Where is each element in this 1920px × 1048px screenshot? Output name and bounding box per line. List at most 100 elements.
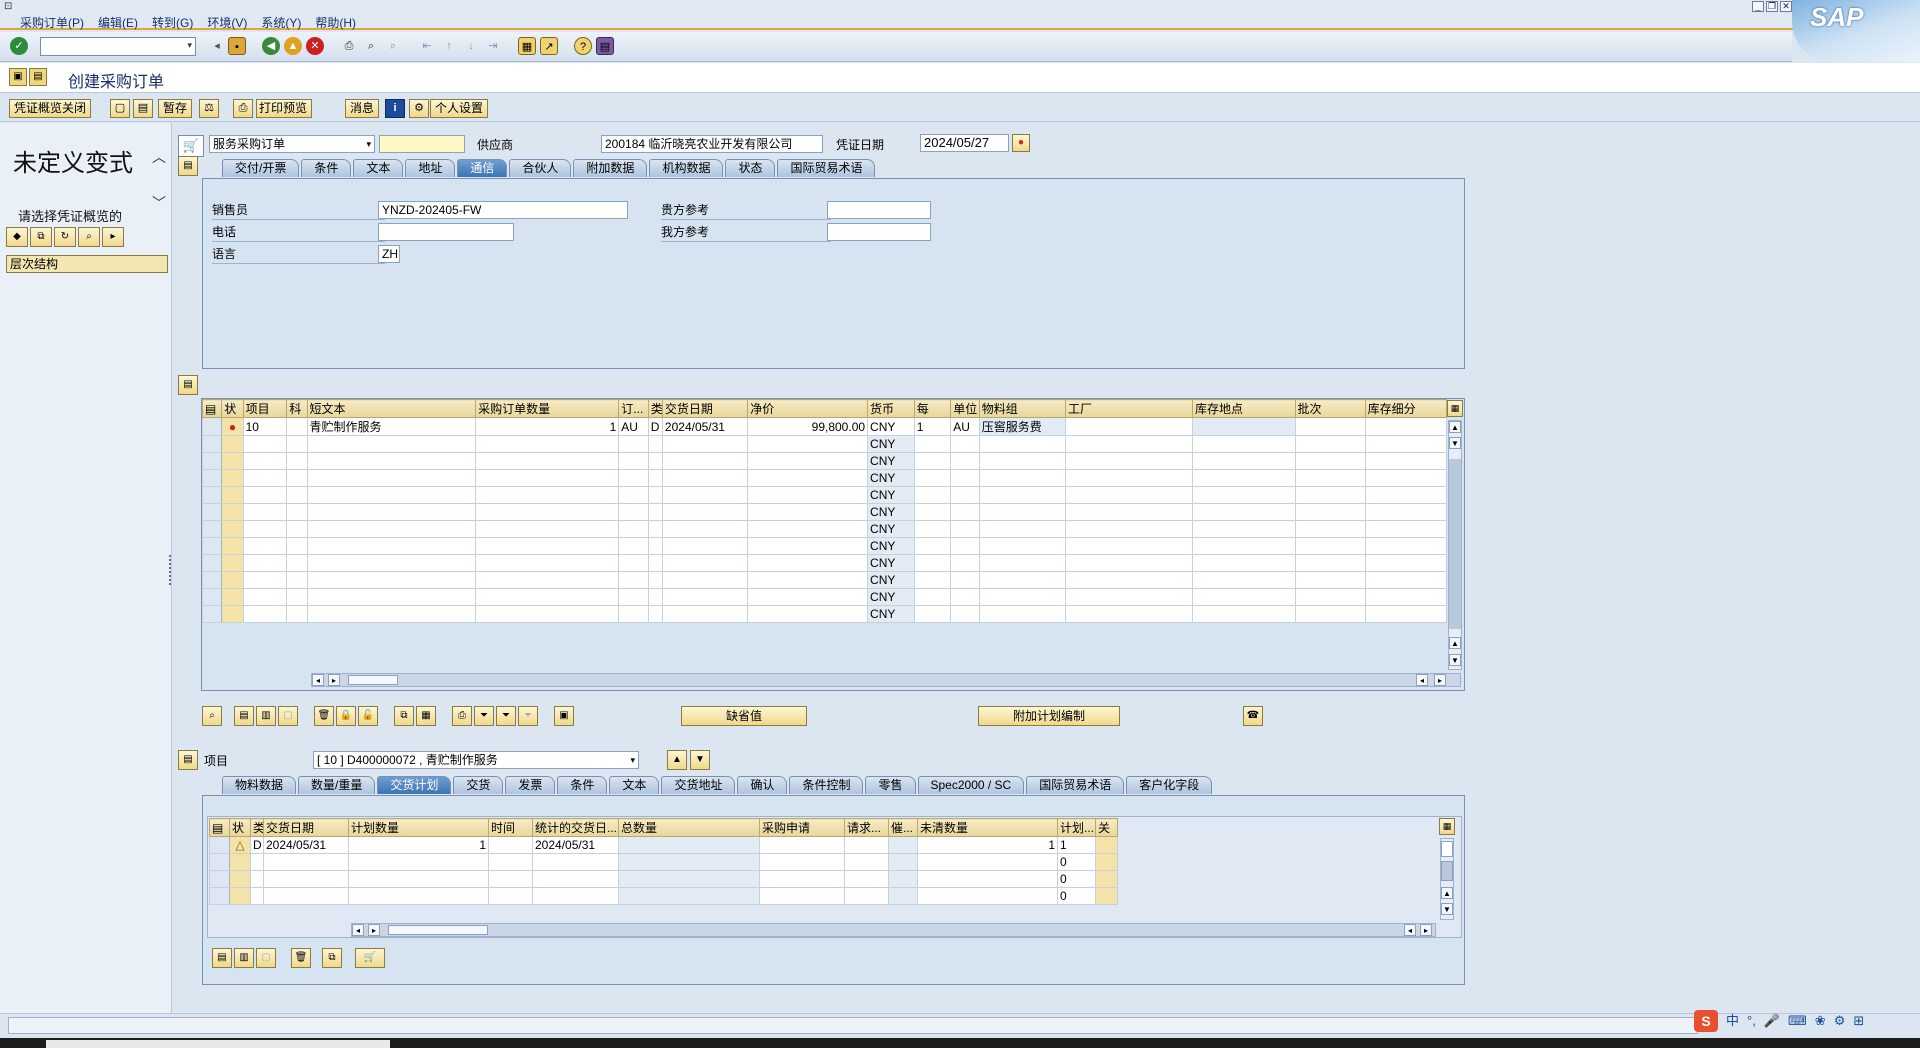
lock-icon[interactable]: 🔒 (336, 706, 356, 726)
print-preview-icon[interactable]: ⎙ (233, 99, 253, 118)
grid-cell[interactable] (1191, 452, 1296, 470)
supplier-field[interactable]: 200184 临沂晓亮农业开发有限公司 (601, 135, 823, 153)
grid-cell[interactable] (1364, 554, 1448, 572)
table-row[interactable]: CNY (201, 554, 1448, 572)
row-selector[interactable] (209, 870, 230, 888)
cell-reminder[interactable] (888, 836, 918, 854)
grid-cell[interactable] (1364, 537, 1448, 555)
select-all-icon[interactable]: ▤ (234, 706, 254, 726)
col-delivery-date[interactable]: 交货日期 (661, 399, 749, 418)
cell-close[interactable] (1095, 887, 1118, 905)
sogou-ime-icon[interactable]: S (1694, 1010, 1718, 1032)
grid-cell[interactable] (950, 452, 980, 470)
grid-cell[interactable] (913, 452, 952, 470)
table-row[interactable]: △ D 2024/05/31 1 2024/05/31 1 1 (209, 836, 1118, 854)
remove-filter-icon[interactable]: ⏷ (518, 706, 538, 726)
doc-number-field[interactable] (379, 135, 465, 153)
grid-cell[interactable] (532, 870, 619, 888)
cell-category[interactable]: D (647, 417, 663, 436)
scroll-up-icon[interactable]: ▲ (1441, 887, 1453, 899)
tab-status[interactable]: 状态 (725, 159, 776, 177)
grid-cell[interactable] (747, 588, 869, 606)
grid-cell[interactable] (1364, 452, 1448, 470)
grid-cell[interactable] (950, 588, 980, 606)
grid-cell[interactable] (917, 887, 1058, 905)
grid-cell[interactable] (661, 605, 749, 623)
grid-cell[interactable] (263, 853, 349, 871)
scroll-thumb[interactable] (1449, 459, 1461, 629)
table-row[interactable]: 0 (209, 870, 1118, 888)
add-planning-button[interactable]: 附加计划编制 (978, 706, 1120, 726)
grid-cell[interactable] (1364, 588, 1448, 606)
overview-close-button[interactable]: 凭证概览关闭 (9, 99, 92, 118)
grid-cell[interactable] (475, 537, 620, 555)
grid-cell[interactable] (1294, 588, 1366, 606)
find-next-icon[interactable]: ⌕ (384, 37, 402, 55)
grid-cell[interactable] (950, 469, 980, 487)
grid-cell[interactable] (263, 870, 349, 888)
first-page-icon[interactable]: ⇤ (418, 37, 436, 55)
cell-currency[interactable]: CNY (867, 417, 915, 436)
cell-plan[interactable]: 0 (1057, 870, 1096, 888)
col-scheduled-qty[interactable]: 计划数量 (348, 818, 489, 837)
schedule-horizontal-scrollbar[interactable]: ◂ ▸ ◂ ▸ (351, 923, 1436, 937)
tab-confirmations[interactable]: 确认 (737, 776, 788, 794)
last-page-icon[interactable]: ⇥ (484, 37, 502, 55)
table-row[interactable]: CNY (201, 452, 1448, 470)
cell-per[interactable]: 1 (913, 417, 952, 436)
tab-material-data[interactable]: 物料数据 (222, 776, 297, 794)
grid-cell[interactable] (286, 469, 308, 487)
col-status[interactable]: 状 (221, 399, 244, 418)
row-selector[interactable] (209, 887, 230, 905)
grid-cell[interactable] (950, 503, 980, 521)
grid-cell[interactable] (286, 452, 308, 470)
tab-spec2000[interactable]: Spec2000 / SC (917, 776, 1025, 794)
grid-cell[interactable] (286, 588, 308, 606)
grid-cell[interactable] (306, 469, 477, 487)
grid-cell[interactable] (475, 435, 620, 453)
row-selector[interactable] (201, 486, 223, 504)
col-category[interactable]: 类 (250, 818, 264, 837)
cell-plan[interactable]: 1 (1057, 836, 1096, 854)
grid-cell[interactable] (747, 605, 869, 623)
scroll-right-icon[interactable]: ▸ (328, 674, 340, 686)
cell-request[interactable] (844, 836, 889, 854)
skin-icon[interactable]: ❀ (1815, 1010, 1826, 1032)
grid-cell[interactable] (242, 503, 288, 521)
grid-cell[interactable] (1294, 520, 1366, 538)
grid-cell[interactable] (978, 469, 1067, 487)
cell-order-unit[interactable]: AU (618, 417, 649, 436)
grid-cell[interactable] (1294, 605, 1366, 623)
cell-currency[interactable]: CNY (867, 605, 915, 623)
grid-cell[interactable] (618, 853, 760, 871)
panel-splitter[interactable] (169, 555, 173, 585)
copy-icon[interactable]: ⧉ (322, 948, 342, 968)
close-icon[interactable]: ✕ (1780, 1, 1792, 12)
cell-currency[interactable]: CNY (867, 486, 915, 504)
other-po-icon[interactable]: ▤ (133, 99, 153, 118)
grid-cell[interactable] (242, 469, 288, 487)
grid-cell[interactable] (1294, 435, 1366, 453)
shortcut-icon[interactable]: ↗ (540, 37, 558, 55)
grid-cell[interactable] (978, 571, 1067, 589)
select-all-icon[interactable]: ▤ (212, 948, 232, 968)
grid-cell[interactable] (242, 588, 288, 606)
grid-cell[interactable] (1191, 486, 1296, 504)
grid-cell[interactable] (348, 887, 489, 905)
grid-cell[interactable] (978, 452, 1067, 470)
grid-settings-icon[interactable]: ▤ (209, 818, 230, 837)
col-account[interactable]: 科 (286, 399, 308, 418)
grid-cell[interactable] (306, 503, 477, 521)
doc-type-select[interactable]: 服务采购订单 ▾ (209, 135, 375, 153)
cell-stat-delivery-date[interactable]: 2024/05/31 (532, 836, 619, 854)
minimize-icon[interactable]: _ (1752, 1, 1764, 12)
new-document-icon[interactable]: ▢ (110, 99, 130, 118)
tab-additional-data[interactable]: 附加数据 (573, 159, 648, 177)
cell-currency[interactable]: CNY (867, 520, 915, 538)
other-document-icon[interactable]: ▤ (29, 68, 47, 86)
back-arrow-icon[interactable]: ◂ (208, 37, 226, 55)
grid-cell[interactable] (1065, 571, 1193, 589)
grid-cell[interactable] (242, 435, 288, 453)
back-icon[interactable]: ◀ (262, 37, 280, 55)
deselect-all-icon[interactable]: ▢ (256, 948, 276, 968)
